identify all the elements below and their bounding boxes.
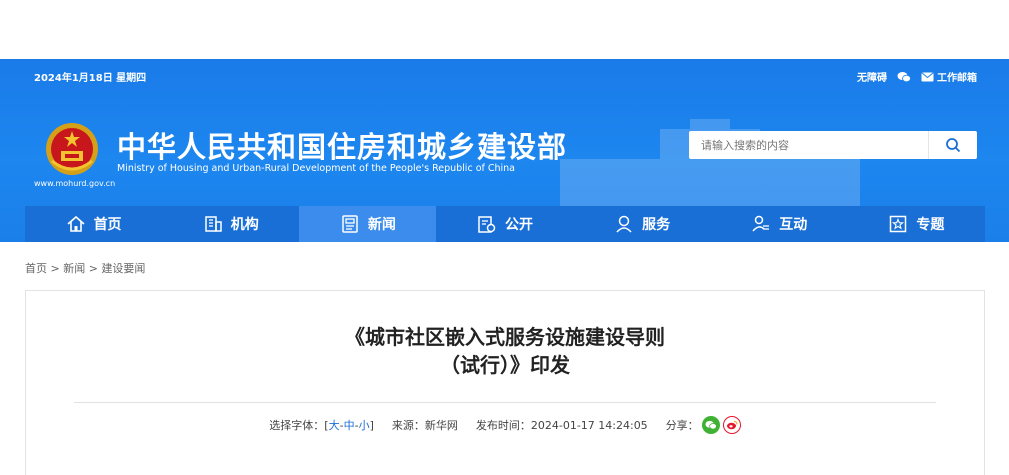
accessibility-link[interactable]: 无障碍: [857, 69, 887, 84]
wechat-icon[interactable]: [897, 71, 911, 83]
national-emblem-icon: [46, 123, 98, 175]
nav-label-disclosure: 公开: [504, 217, 533, 233]
article-source: 来源：新华网: [391, 419, 458, 432]
nav-item-service[interactable]: 服务: [574, 206, 711, 242]
publish-time: 发布时间：2024-01-17 14:24:05: [475, 419, 648, 432]
nav-label-home: 首页: [93, 217, 122, 233]
font-size-small[interactable]: 小: [359, 419, 370, 432]
site-subtitle: Ministry of Housing and Urban-Rural Deve…: [117, 163, 516, 174]
font-size-label: 选择字体：: [269, 419, 325, 432]
nav-label-service: 服务: [642, 217, 671, 233]
service-icon: [616, 215, 632, 233]
weibo-share-icon[interactable]: [722, 416, 741, 434]
nav-item-organization[interactable]: 机构: [162, 206, 299, 242]
breadcrumb-separator: >: [50, 262, 60, 275]
nav-label-organization: 机构: [230, 217, 259, 233]
breadcrumb-construction-news[interactable]: 建设要闻: [101, 262, 145, 275]
article-title-line2: （试行）》印发: [440, 353, 570, 377]
mail-icon: [921, 71, 934, 81]
breadcrumb-separator: >: [88, 262, 98, 275]
main-nav: 首页 机构 新闻 公开 服务 互动 专题: [25, 206, 985, 242]
topbar-links: 无障碍 工作邮箱: [857, 69, 977, 84]
disclosure-icon: [478, 216, 496, 233]
email-link[interactable]: 工作邮箱: [921, 69, 977, 84]
font-size-large[interactable]: 大: [329, 419, 340, 432]
nav-item-home[interactable]: 首页: [25, 206, 162, 242]
article-panel: 《城市社区嵌入式服务设施建设导则 （试行）》印发 选择字体：[大-中-小] 来源…: [25, 290, 985, 475]
font-bracket-close: ]: [369, 419, 374, 432]
home-icon: [67, 215, 85, 232]
nav-item-disclosure[interactable]: 公开: [436, 206, 573, 242]
site-url: www.mohurd.gov.cn: [34, 179, 116, 188]
breadcrumb-home[interactable]: 首页: [25, 262, 47, 275]
article-title-line1: 《城市社区嵌入式服务设施建设导则: [345, 325, 665, 349]
site-title: 中华人民共和国住房和城乡建设部: [117, 130, 568, 164]
search-box: [689, 131, 977, 159]
nav-item-topic[interactable]: 专题: [848, 206, 985, 242]
nav-label-interaction: 互动: [779, 217, 808, 233]
search-input[interactable]: [689, 131, 928, 159]
nav-item-interaction[interactable]: 互动: [711, 206, 848, 242]
breadcrumb: 首页 > 新闻 > 建设要闻: [25, 260, 145, 276]
font-size-selector: 选择字体：[大-中-小]: [269, 417, 374, 433]
current-date: 2024年1月18日 星期四: [34, 73, 147, 84]
nav-label-news: 新闻: [367, 217, 396, 233]
breadcrumb-news[interactable]: 新闻: [63, 262, 85, 275]
search-button[interactable]: [928, 131, 977, 159]
building-icon: [204, 216, 222, 232]
share-label: 分享：: [665, 419, 699, 432]
nav-item-news[interactable]: 新闻: [299, 206, 437, 242]
font-size-medium[interactable]: 中: [344, 419, 355, 432]
email-label: 工作邮箱: [937, 73, 977, 84]
header-banner: 2024年1月18日 星期四 无障碍 工作邮箱 www.mohurd.gov.c…: [0, 59, 1009, 242]
topic-icon: [890, 215, 907, 233]
search-icon: [946, 138, 961, 153]
wechat-share-icon[interactable]: [701, 416, 720, 434]
nav-label-topic: 专题: [916, 217, 945, 233]
interaction-icon: [752, 215, 770, 232]
article-meta: 选择字体：[大-中-小] 来源：新华网 发布时间：2024-01-17 14:2…: [26, 416, 984, 434]
news-icon: [342, 215, 358, 233]
title-divider: [74, 402, 936, 403]
article-title: 《城市社区嵌入式服务设施建设导则 （试行）》印发: [26, 323, 984, 379]
